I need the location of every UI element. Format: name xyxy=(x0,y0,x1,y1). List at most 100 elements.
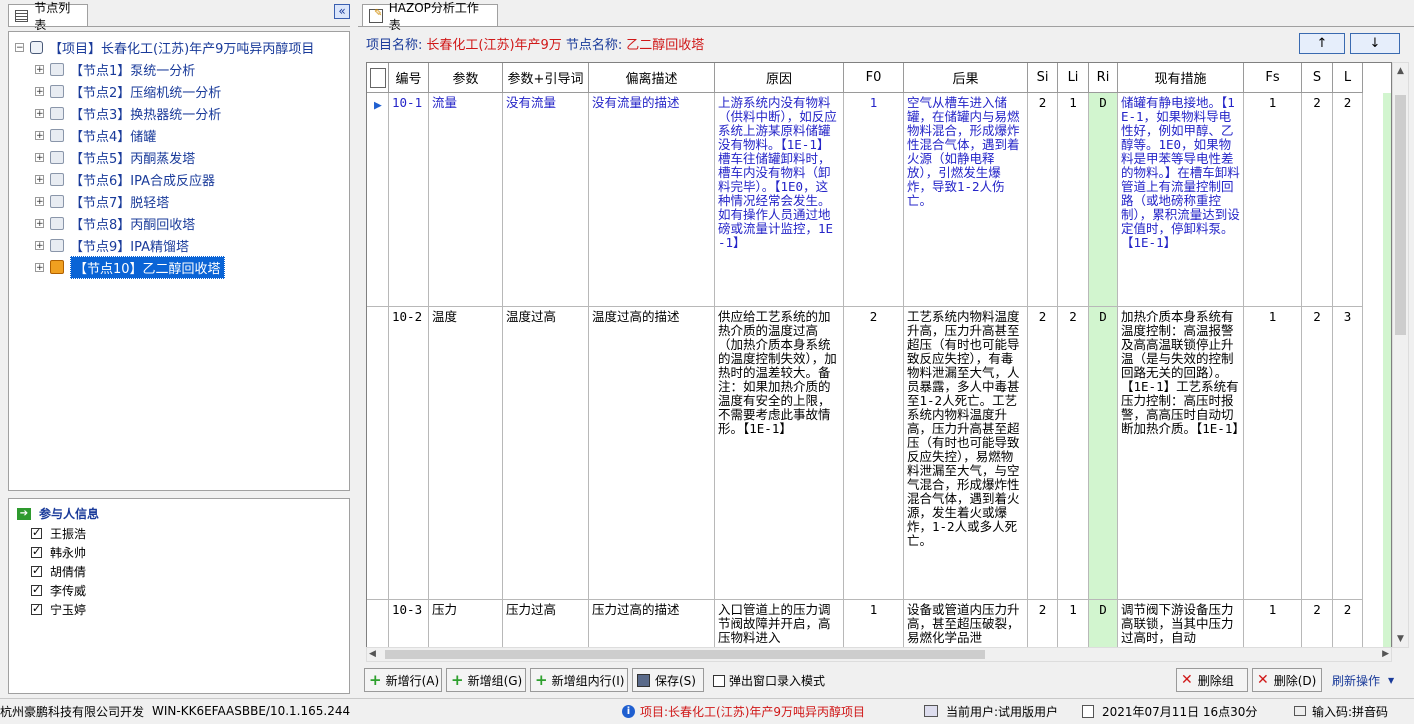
table-cell-si[interactable]: 2 xyxy=(1028,93,1058,307)
participant-item[interactable]: 王振浩 xyxy=(31,525,86,542)
column-header[interactable]: 原因 xyxy=(715,63,844,93)
table-cell-li[interactable]: 1 xyxy=(1058,600,1089,647)
table-cell-measures[interactable]: 调节阀下游设备压力高联锁，当其中压力过高时，自动 xyxy=(1118,600,1244,647)
column-header[interactable]: Li xyxy=(1058,63,1089,93)
move-down-button[interactable]: ↓ xyxy=(1350,33,1400,54)
vertical-scrollbar[interactable]: ▲ ▼ xyxy=(1392,62,1409,648)
table-cell-s[interactable]: 2 xyxy=(1302,600,1333,647)
scroll-right-icon[interactable]: ▶ xyxy=(1382,648,1389,661)
expand-icon[interactable]: + xyxy=(35,86,44,96)
table-cell-si[interactable]: 2 xyxy=(1028,600,1058,647)
move-up-button[interactable]: ↑ xyxy=(1299,33,1345,54)
checked-box-icon[interactable] xyxy=(31,526,42,539)
scroll-left-icon[interactable]: ◀ xyxy=(369,648,376,661)
table-cell-cause[interactable]: 上游系统内没有物料（供料中断），如反应系统上游某原料储罐没有物料。【1E-1】槽… xyxy=(715,93,844,307)
checked-box-icon[interactable] xyxy=(31,564,42,577)
collapse-icon[interactable]: − xyxy=(15,42,24,52)
node-tree[interactable]: − 【项目】长春化工(江苏)年产9万吨异丙醇项目 + 【节点1】泵统一分析 + 【节点… xyxy=(8,31,350,491)
table-cell-li[interactable]: 2 xyxy=(1058,307,1089,600)
participant-item[interactable]: 韩永帅 xyxy=(31,544,86,561)
column-header[interactable]: Fs xyxy=(1244,63,1302,93)
table-cell-consequence[interactable]: 设备或管道内压力升高，甚至超压破裂，易燃化学品泄 xyxy=(904,600,1028,647)
save-button[interactable]: 保存(S) xyxy=(632,668,704,692)
table-cell-guide[interactable]: 没有流量 xyxy=(503,93,589,307)
popup-mode-checkbox[interactable]: 弹出窗口录入模式 xyxy=(713,672,825,689)
horizontal-scrollbar[interactable]: ◀ ▶ xyxy=(366,647,1392,662)
column-header[interactable]: S xyxy=(1302,63,1333,93)
table-cell-guide[interactable]: 压力过高 xyxy=(503,600,589,647)
delete-group-button[interactable]: ✕ 删除组 xyxy=(1176,668,1248,692)
tree-node[interactable]: + 【节点6】IPA合成反应器 xyxy=(35,169,215,189)
collapse-left-button[interactable]: « xyxy=(334,4,350,19)
participant-item[interactable]: 胡倩倩 xyxy=(31,563,86,580)
table-cell-measures[interactable]: 加热介质本身系统有温度控制：高温报警及高高温联锁停止升温（是与失效的控制回路无关… xyxy=(1118,307,1244,600)
horizontal-scroll-thumb[interactable] xyxy=(385,650,985,659)
tree-node[interactable]: + 【节点8】丙酮回收塔 xyxy=(35,213,195,233)
vertical-scroll-thumb[interactable] xyxy=(1395,95,1406,335)
table-cell-si[interactable]: 2 xyxy=(1028,307,1058,600)
table-cell-consequence[interactable]: 工艺系统内物料温度升高，压力升高甚至超压（有时也可能导致反应失控），有毒物料泄漏… xyxy=(904,307,1028,600)
column-header[interactable]: 编号 xyxy=(389,63,429,93)
expand-icon[interactable]: + xyxy=(35,174,44,184)
table-cell-f0[interactable]: 1 xyxy=(844,600,904,647)
table-cell-consequence[interactable]: 空气从槽车进入储罐，在储罐内与易燃物料混合，形成爆炸性混合气体，遇到着火源（如静… xyxy=(904,93,1028,307)
tree-node[interactable]: + 【节点2】压缩机统一分析 xyxy=(35,81,221,101)
checked-box-icon[interactable] xyxy=(31,602,42,615)
expand-icon[interactable]: + xyxy=(35,196,44,206)
table-cell-f0[interactable]: 2 xyxy=(844,307,904,600)
table-cell-id[interactable]: 10-2 xyxy=(389,307,429,600)
column-header[interactable]: 偏离描述 xyxy=(589,63,715,93)
column-header[interactable]: 参数+引导词 xyxy=(503,63,589,93)
tree-node[interactable]: + 【节点10】乙二醇回收塔 xyxy=(35,255,225,279)
expand-icon[interactable]: + xyxy=(35,130,44,140)
table-cell-ri[interactable]: D xyxy=(1089,600,1118,647)
tree-node[interactable]: + 【节点1】泵统一分析 xyxy=(35,59,195,79)
tab-hazop-worksheet[interactable]: ✎ HAZOP分析工作表 xyxy=(362,1,498,32)
table-cell-fs[interactable]: 1 xyxy=(1244,307,1302,600)
participant-item[interactable]: 宁玉婷 xyxy=(31,601,86,618)
table-cell-fs[interactable]: 1 xyxy=(1244,93,1302,307)
table-cell-id[interactable]: 10-1 xyxy=(389,93,429,307)
table-cell-l[interactable]: 2 xyxy=(1333,600,1363,647)
row-selector[interactable]: ▶ xyxy=(367,93,389,307)
table-cell-f0[interactable]: 1 xyxy=(844,93,904,307)
table-cell-cause[interactable]: 供应给工艺系统的加热介质的温度过高（加热介质本身系统的温度控制失效），加热时的温… xyxy=(715,307,844,600)
row-selector[interactable] xyxy=(367,307,389,600)
table-cell-s[interactable]: 2 xyxy=(1302,93,1333,307)
table-cell-id[interactable]: 10-3 xyxy=(389,600,429,647)
tree-node[interactable]: + 【节点7】脱轻塔 xyxy=(35,191,169,211)
tree-node[interactable]: + 【节点3】换热器统一分析 xyxy=(35,103,221,123)
tab-node-list[interactable]: 节点列表 xyxy=(8,1,88,32)
expand-icon[interactable]: + xyxy=(35,240,44,250)
expand-icon[interactable]: + xyxy=(35,218,44,228)
checked-box-icon[interactable] xyxy=(31,545,42,558)
tree-node[interactable]: + 【节点4】储罐 xyxy=(35,125,156,145)
table-cell-deviation[interactable]: 压力过高的描述 xyxy=(589,600,715,647)
expand-icon[interactable]: + xyxy=(35,108,44,118)
column-header[interactable]: 后果 xyxy=(904,63,1028,93)
table-cell-li[interactable]: 1 xyxy=(1058,93,1089,307)
table-cell-s[interactable]: 2 xyxy=(1302,307,1333,600)
column-header[interactable]: 参数 xyxy=(429,63,503,93)
scroll-down-icon[interactable]: ▼ xyxy=(1393,631,1408,647)
column-header[interactable]: L xyxy=(1333,63,1363,93)
table-cell-ri[interactable]: D xyxy=(1089,93,1118,307)
table-cell-measures[interactable]: 储罐有静电接地。【1E-1，如果物料导电性好，例如甲醇、乙醇等。1E0，如果物料… xyxy=(1118,93,1244,307)
add-group-button[interactable]: + 新增组(G) xyxy=(446,668,526,692)
expand-icon[interactable]: + xyxy=(35,262,44,272)
expand-icon[interactable]: + xyxy=(35,152,44,162)
tree-node[interactable]: + 【节点9】IPA精馏塔 xyxy=(35,235,189,255)
table-cell-deviation[interactable]: 温度过高的描述 xyxy=(589,307,715,600)
row-selector[interactable] xyxy=(367,600,389,647)
tree-root[interactable]: − 【项目】长春化工(江苏)年产9万吨异丙醇项目 xyxy=(15,37,314,57)
add-in-group-button[interactable]: + 新增组内行(I) xyxy=(530,668,628,692)
add-row-button[interactable]: + 新增行(A) xyxy=(364,668,442,692)
expand-icon[interactable]: + xyxy=(35,64,44,74)
column-header[interactable]: F0 xyxy=(844,63,904,93)
table-cell-fs[interactable]: 1 xyxy=(1244,600,1302,647)
scroll-up-icon[interactable]: ▲ xyxy=(1393,63,1408,79)
table-cell-guide[interactable]: 温度过高 xyxy=(503,307,589,600)
tree-node[interactable]: + 【节点5】丙酮蒸发塔 xyxy=(35,147,195,167)
table-cell-param[interactable]: 流量 xyxy=(429,93,503,307)
checked-box-icon[interactable] xyxy=(31,583,42,596)
